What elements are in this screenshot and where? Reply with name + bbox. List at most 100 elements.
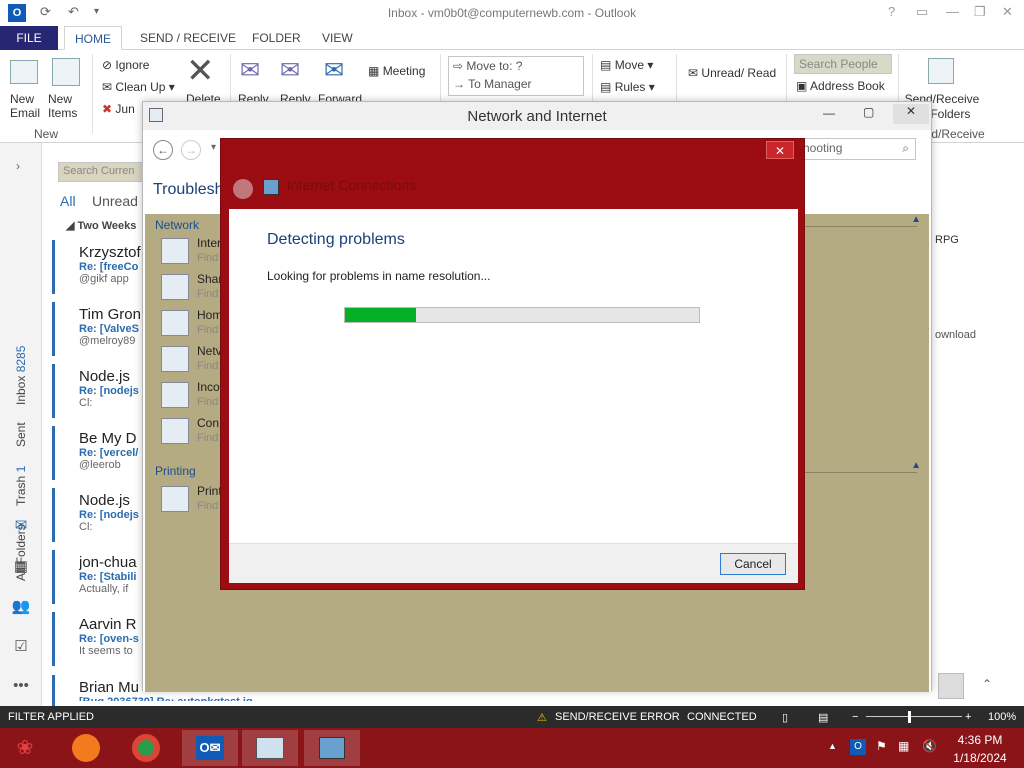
flag-icon[interactable]: ⚑ [876, 739, 887, 753]
list-item[interactable]: jon-chua Re: [Stabili Actually, if [79, 554, 142, 595]
clean-up-button[interactable]: ✉ Clean Up ▾ [102, 80, 175, 94]
cp-search-text: hooting [803, 141, 843, 155]
tab-home[interactable]: HOME [64, 26, 122, 50]
chrome-taskbar-button[interactable] [118, 730, 174, 766]
mail-icon[interactable]: ✉ [11, 516, 31, 534]
new-items-button[interactable]: New Items [48, 92, 88, 120]
junk-button[interactable]: ✖ Jun [102, 102, 135, 116]
troubleshoot-item[interactable]: Hom Find [161, 308, 222, 337]
list-item[interactable]: Be My D Re: [vercel/@leerob [79, 430, 142, 471]
outlook-tray-icon[interactable]: O [850, 739, 866, 755]
clock-date: 1/18/2024 [953, 751, 1007, 765]
message-sender: jon-chua [79, 554, 137, 571]
restore-icon[interactable]: ❐ [974, 4, 986, 20]
clock[interactable]: 4:36 PM 1/18/2024 [940, 733, 1020, 765]
nav-sent[interactable]: Sent [14, 422, 28, 447]
filter-all[interactable]: All [60, 193, 76, 209]
unread-indicator [52, 302, 55, 356]
meeting-label: Meeting [382, 64, 426, 78]
nav-trash[interactable]: Trash 1 [14, 466, 28, 506]
move-button[interactable]: ▤ Move ▾ [600, 58, 653, 72]
rules-button[interactable]: ▤ Rules ▾ [600, 80, 655, 94]
search-people-input[interactable]: Search People [794, 54, 892, 74]
new-email-button[interactable]: New Email [10, 92, 42, 120]
forward-nav-icon[interactable]: → [181, 140, 201, 160]
address-book-button[interactable]: ▣ Address Book [796, 79, 885, 93]
zoom-level[interactable]: 100% [988, 711, 1016, 723]
message-sender: Krzysztof [79, 244, 141, 261]
control-panel-taskbar-button[interactable] [242, 730, 298, 766]
troubleshoot-item[interactable]: Inco Find [161, 380, 220, 409]
list-item[interactable]: Node.js Re: [nodejs Cl: [79, 368, 142, 409]
collapse-network-icon[interactable]: ▲ [911, 214, 921, 225]
meeting-button[interactable]: ▦ Meeting [368, 64, 425, 78]
junk-label: Jun [115, 102, 135, 116]
message-sender: Tim Gron [79, 306, 141, 323]
cp-minimize-icon[interactable]: — [823, 106, 835, 120]
quick-step-move-to[interactable]: ⇨ Move to: ? [453, 59, 579, 73]
list-item[interactable]: Aarvin R Re: [oven-s It seems to [79, 616, 142, 657]
message-sender: Node.js [79, 492, 130, 509]
expand-nav-icon[interactable]: › [16, 159, 20, 173]
troubleshoot-item[interactable]: Netv Find [161, 344, 222, 373]
minimize-icon[interactable]: — [946, 4, 959, 19]
outlook-taskbar-button[interactable]: O✉ [182, 730, 238, 766]
start-button[interactable]: ❀ [0, 730, 50, 766]
troubleshoot-printer[interactable]: Print Find [161, 484, 222, 513]
list-item[interactable]: Node.js Re: [nodejs Cl: [79, 492, 142, 533]
contact-avatar[interactable] [938, 673, 964, 699]
tab-view[interactable]: VIEW [314, 26, 361, 50]
zoom-out-icon[interactable]: − [852, 711, 858, 723]
collapse-printing-icon[interactable]: ▲ [911, 460, 921, 471]
tab-folder[interactable]: FOLDER [244, 26, 309, 50]
address-book-label: Address Book [810, 79, 885, 93]
dialog-content: Detecting problems Looking for problems … [229, 209, 798, 583]
troubleshoot-item[interactable]: Inter Find [161, 236, 221, 265]
ignore-button[interactable]: ⊘ Ignore [102, 58, 149, 72]
search-current-mailbox-input[interactable]: Search Curren [58, 162, 142, 182]
cancel-button[interactable]: Cancel [720, 553, 786, 575]
more-icon[interactable]: ••• [11, 677, 31, 695]
troubleshoot-item[interactable]: Shar Find [161, 272, 222, 301]
unread-read-button[interactable]: ✉ Unread/ Read [688, 66, 776, 80]
tasks-icon[interactable]: ☑ [11, 637, 31, 655]
send-receive-error-status[interactable]: SEND/RECEIVE ERROR [555, 711, 680, 723]
zoom-in-icon[interactable]: + [965, 711, 971, 723]
tab-send-receive[interactable]: SEND / RECEIVE [132, 26, 244, 50]
quick-step-to-manager[interactable]: → To Manager [453, 77, 579, 91]
cp-close-icon[interactable]: ✕ [893, 104, 929, 124]
list-item[interactable]: Krzysztof Re: [freeCo @gikf app [79, 244, 142, 285]
nav-inbox[interactable]: Inbox 8285 [14, 346, 28, 405]
help-icon[interactable]: ? [888, 4, 895, 19]
cp-maximize-icon[interactable]: ▢ [863, 105, 874, 119]
ribbon-display-icon[interactable]: ▭ [916, 4, 928, 20]
chrome-icon [132, 733, 160, 762]
firefox-taskbar-button[interactable] [58, 730, 114, 766]
zoom-slider[interactable] [866, 716, 962, 717]
network-tray-icon[interactable]: ▦ [898, 739, 909, 753]
reading-pane: RPG ownload ⌃ [930, 143, 1024, 706]
troubleshoot-item-label: Con [197, 416, 220, 430]
window-title: Inbox - vm0b0t@computernewb.com - Outloo… [387, 6, 637, 20]
filter-unread[interactable]: Unread [92, 193, 138, 209]
list-item[interactable]: Tim Gron Re: [ValveS @melroy89 [79, 306, 142, 347]
volume-muted-icon[interactable]: 🔇 [922, 739, 937, 753]
reading-view-icon[interactable]: ▤ [818, 711, 828, 724]
collapse-people-pane-icon[interactable]: ⌃ [982, 677, 992, 691]
back-icon[interactable]: ← [153, 140, 173, 160]
group-header-label: Two Weeks [77, 220, 137, 232]
people-icon[interactable]: 👥 [11, 597, 31, 615]
recent-pages-icon[interactable]: ▾ [211, 142, 216, 153]
tab-file[interactable]: FILE [0, 26, 58, 50]
dialog-close-button[interactable]: ✕ [766, 141, 794, 159]
show-hidden-icons[interactable]: ▲ [828, 741, 837, 751]
zoom-slider-thumb[interactable] [908, 711, 911, 723]
close-icon[interactable]: ✕ [1002, 4, 1013, 20]
dialog-back-icon[interactable] [233, 179, 253, 199]
normal-view-icon[interactable]: ▯ [782, 711, 788, 724]
calendar-icon[interactable]: ▦ [11, 557, 31, 575]
troubleshooter-taskbar-button[interactable] [304, 730, 360, 766]
cp-search-input[interactable]: hooting ⌕ [798, 138, 916, 160]
troubleshoot-item[interactable]: Con Find [161, 416, 219, 445]
quick-steps-gallery[interactable]: ⇨ Move to: ? → To Manager [448, 56, 584, 96]
